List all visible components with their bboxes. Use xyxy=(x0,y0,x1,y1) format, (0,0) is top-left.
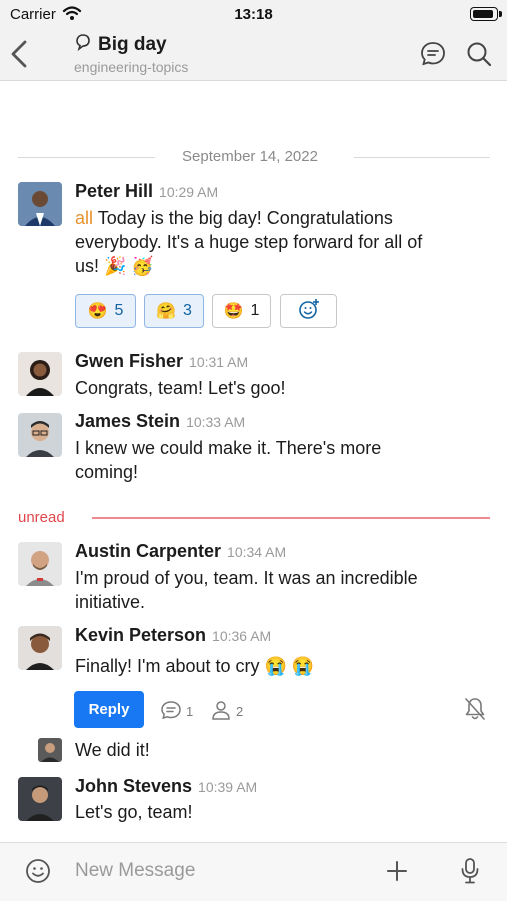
message-header: Peter Hill 10:29 AM xyxy=(75,181,218,202)
message-header: Austin Carpenter 10:34 AM xyxy=(75,541,286,562)
unread-divider-line xyxy=(92,517,490,519)
channel-title-row: Big day xyxy=(74,33,188,57)
message-header: Kevin Peterson 10:36 AM xyxy=(75,625,271,646)
timestamp: 10:34 AM xyxy=(227,544,287,560)
message-line: Congrats, team! Let's goo! xyxy=(75,378,286,398)
author-name[interactable]: Gwen Fisher xyxy=(75,351,183,371)
reaction-emoji: 🤗 xyxy=(156,303,176,320)
message-body: Congrats, team! Let's goo! xyxy=(75,376,286,400)
reaction-emoji: 🤩 xyxy=(223,303,244,320)
author-name[interactable]: Austin Carpenter xyxy=(75,541,221,561)
message-line: coming! xyxy=(75,462,139,482)
back-chevron-icon[interactable] xyxy=(8,36,32,77)
message-line: us! 🎉 🥳 xyxy=(75,256,154,276)
message-line: I knew we could make it. There's more xyxy=(75,438,382,458)
reaction-count: 3 xyxy=(183,302,192,319)
thread-replies-icon xyxy=(160,700,182,723)
emoji-icon[interactable] xyxy=(25,858,51,889)
message-body: all Today is the big day! Congratulation… xyxy=(75,206,422,278)
battery-icon xyxy=(470,7,502,21)
message-line: We did it! xyxy=(75,740,150,760)
message-body: Finally! I'm about to cry 😭 😭 xyxy=(75,654,314,678)
reaction-chip[interactable]: 😍 5 xyxy=(75,294,136,328)
message-body: I knew we could make it. There's more co… xyxy=(75,436,381,484)
mention-all[interactable]: all xyxy=(75,208,93,228)
author-name[interactable]: John Stevens xyxy=(75,776,192,796)
mute-bell-icon[interactable] xyxy=(463,696,487,727)
avatar[interactable] xyxy=(18,777,62,821)
message-line: I'm proud of you, team. It was an incred… xyxy=(75,568,418,588)
avatar[interactable] xyxy=(18,626,62,670)
channel-title: Big day xyxy=(98,34,167,55)
clock: 13:18 xyxy=(234,6,273,23)
reply-button[interactable]: Reply xyxy=(74,691,144,728)
search-icon[interactable] xyxy=(465,40,493,73)
timestamp: 10:39 AM xyxy=(198,779,258,795)
timestamp: 10:36 AM xyxy=(212,628,272,644)
navigation-bar: Big day engineering-topics xyxy=(0,30,507,81)
avatar[interactable] xyxy=(18,413,62,457)
message-line: everybody. It's a huge step forward for … xyxy=(75,232,423,252)
reaction-count: 5 xyxy=(114,302,124,319)
channel-icon xyxy=(74,33,92,57)
channel-subtitle: engineering-topics xyxy=(74,59,189,75)
avatar[interactable] xyxy=(18,182,62,226)
date-separator-line-right xyxy=(354,157,490,158)
author-name[interactable]: Peter Hill xyxy=(75,181,153,201)
microphone-icon[interactable] xyxy=(459,857,481,890)
participants-icon xyxy=(210,700,232,723)
unread-divider-label: unread xyxy=(18,509,65,526)
message-line: Let's go, team! xyxy=(75,802,193,822)
reply-count: 1 xyxy=(186,704,194,719)
message-header: James Stein 10:33 AM xyxy=(75,411,245,432)
thread-participants[interactable]: 2 xyxy=(210,700,243,723)
date-separator: September 14, 2022 xyxy=(182,148,318,165)
plus-icon[interactable] xyxy=(385,859,409,888)
message-header: John Stevens 10:39 AM xyxy=(75,776,257,797)
timestamp: 10:31 AM xyxy=(189,354,249,370)
reaction-chip[interactable]: 🤩 1 xyxy=(212,294,271,328)
message-header: Gwen Fisher 10:31 AM xyxy=(75,351,248,372)
date-separator-line-left xyxy=(18,157,155,158)
message-body: Let's go, team! xyxy=(75,800,193,824)
reaction-chip[interactable]: 🤗 3 xyxy=(144,294,204,328)
message-input[interactable]: New Message xyxy=(75,860,195,882)
thread-icon[interactable] xyxy=(419,40,447,73)
reaction-count: 1 xyxy=(250,302,260,319)
message-line: Today is the big day! Congratulations xyxy=(97,208,393,228)
add-reaction-button[interactable] xyxy=(280,294,337,328)
status-bar: Carrier 13:18 xyxy=(0,0,507,30)
message-line: initiative. xyxy=(75,592,146,612)
add-reaction-icon xyxy=(297,297,321,326)
thread-replies[interactable]: 1 xyxy=(160,700,193,723)
channel-header[interactable]: Big day engineering-topics xyxy=(74,33,188,75)
avatar-small[interactable] xyxy=(38,738,62,762)
avatar[interactable] xyxy=(18,542,62,586)
participant-count: 2 xyxy=(236,704,244,719)
avatar[interactable] xyxy=(18,352,62,396)
message-line: Finally! I'm about to cry 😭 😭 xyxy=(75,656,315,676)
author-name[interactable]: Kevin Peterson xyxy=(75,625,206,645)
message-body: We did it! xyxy=(75,738,150,762)
timestamp: 10:33 AM xyxy=(186,414,246,430)
reaction-emoji: 😍 xyxy=(87,303,108,320)
author-name[interactable]: James Stein xyxy=(75,411,180,431)
timestamp: 10:29 AM xyxy=(159,184,219,200)
message-body: I'm proud of you, team. It was an incred… xyxy=(75,566,418,614)
